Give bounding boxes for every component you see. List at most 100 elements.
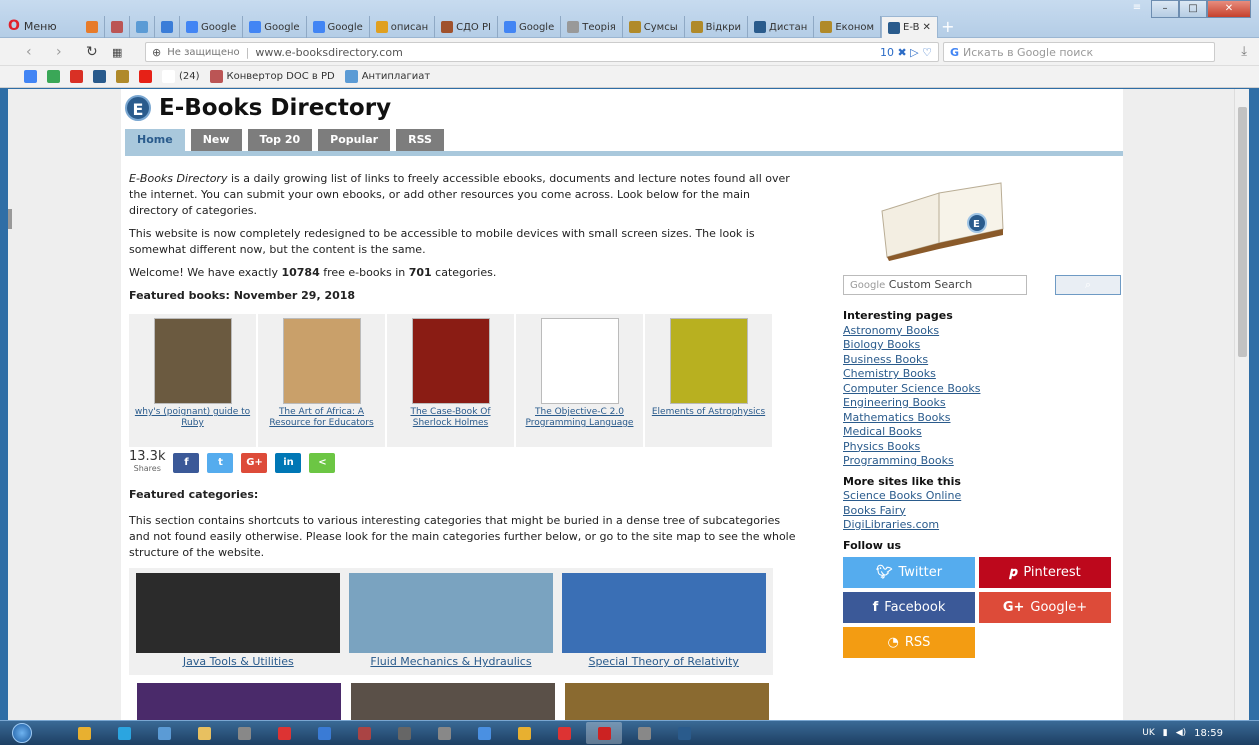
back-icon[interactable]: ‹	[26, 44, 32, 60]
book-title-link[interactable]: Elements of Astrophysics	[645, 407, 772, 418]
sidebar-link-engineering-books[interactable]: Engineering Books	[843, 396, 980, 411]
google-search-field[interactable]: G Искать в Google поиск	[943, 42, 1215, 62]
book-title-link[interactable]: The Objective-C 2.0 Programming Language	[516, 407, 643, 429]
browser-tab[interactable]: Відкри	[685, 16, 749, 38]
browser-tab[interactable]: E-B ✕	[881, 16, 938, 38]
minimize-button[interactable]: –	[1151, 0, 1179, 18]
nav-tab-new[interactable]: New	[190, 129, 242, 151]
taskbar-app[interactable]	[626, 722, 662, 744]
category-card[interactable]	[134, 683, 344, 720]
language-indicator[interactable]: UK	[1142, 728, 1155, 738]
category-image[interactable]	[561, 573, 766, 653]
taskbar-app[interactable]	[106, 722, 142, 744]
bookmark-item[interactable]	[93, 70, 106, 83]
search-button[interactable]: ⌕	[1055, 275, 1121, 295]
forward-icon[interactable]: ›	[56, 44, 62, 60]
custom-search-input[interactable]: Google Custom Search	[843, 275, 1027, 295]
more-site-link[interactable]: DigiLibraries.com	[843, 518, 980, 533]
category-card[interactable]	[348, 683, 558, 720]
category-link[interactable]: Special Theory of Relativity	[559, 654, 768, 670]
featured-book[interactable]: The Objective-C 2.0 Programming Language	[516, 314, 643, 447]
taskbar-app[interactable]	[546, 722, 582, 744]
nav-tab-top-20[interactable]: Top 20	[247, 129, 313, 151]
book-title-link[interactable]: The Art of Africa: A Resource for Educat…	[258, 407, 385, 429]
category-image[interactable]	[349, 573, 553, 653]
vertical-scrollbar[interactable]	[1234, 89, 1249, 720]
book-cover-image[interactable]	[411, 318, 490, 404]
taskbar-app[interactable]	[346, 722, 382, 744]
close-window-button[interactable]: ✕	[1207, 0, 1251, 18]
sidebar-handle[interactable]	[8, 209, 12, 229]
taskbar-app[interactable]	[586, 722, 622, 744]
book-title-link[interactable]: why's (poignant) guide to Ruby	[129, 407, 256, 429]
book-cover-image[interactable]	[540, 318, 619, 404]
category-link[interactable]: Fluid Mechanics & Hydraulics	[347, 654, 556, 670]
taskbar-app[interactable]	[506, 722, 542, 744]
browser-menu-button[interactable]: O Меню	[8, 18, 57, 34]
category-card[interactable]: Fluid Mechanics & Hydraulics	[347, 573, 556, 670]
share-button[interactable]: f	[173, 453, 200, 473]
taskbar-app[interactable]	[226, 722, 262, 744]
sidebar-link-physics-books[interactable]: Physics Books	[843, 440, 980, 455]
site-logo-icon[interactable]: E	[125, 95, 151, 121]
nav-tab-popular[interactable]: Popular	[318, 129, 391, 151]
follow-rss-button[interactable]: ◔ RSS	[843, 627, 975, 658]
taskbar-app[interactable]	[66, 722, 102, 744]
category-card[interactable]	[562, 683, 772, 720]
tab-close-icon[interactable]: ✕	[922, 22, 930, 33]
bookmark-item[interactable]	[139, 70, 152, 83]
network-icon[interactable]: ▮	[1163, 728, 1168, 738]
sidebar-link-biology-books[interactable]: Biology Books	[843, 338, 980, 353]
browser-tab[interactable]: Сумсы	[623, 16, 685, 38]
start-button[interactable]	[0, 721, 44, 745]
clock[interactable]: 18:59	[1194, 728, 1223, 739]
sidebar-link-computer-science-books[interactable]: Computer Science Books	[843, 382, 980, 397]
follow-pinterest-button[interactable]: 𝒑 Pinterest	[979, 557, 1111, 588]
category-image[interactable]	[565, 683, 769, 720]
taskbar-app[interactable]	[466, 722, 502, 744]
sidebar-link-chemistry-books[interactable]: Chemistry Books	[843, 367, 980, 382]
nav-tab-rss[interactable]: RSS	[396, 129, 444, 151]
new-tab-button[interactable]: +	[938, 16, 958, 38]
category-link[interactable]: Java Tools & Utilities	[134, 654, 343, 670]
category-image[interactable]	[136, 573, 341, 653]
taskbar-app[interactable]	[146, 722, 182, 744]
browser-tab[interactable]: Дистан	[748, 16, 815, 38]
featured-book[interactable]: The Art of Africa: A Resource for Educat…	[258, 314, 385, 447]
bookmark-item[interactable]: Конвертор DOC в PD	[209, 70, 335, 83]
browser-tab[interactable]	[130, 16, 155, 38]
follow-facebook-button[interactable]: f Facebook	[843, 592, 975, 623]
bookmark-item[interactable]: Антиплагиат	[344, 70, 430, 83]
site-title[interactable]: E-Books Directory	[159, 95, 391, 121]
book-cover-image[interactable]	[153, 318, 232, 404]
book-cover-image[interactable]	[669, 318, 748, 404]
download-icon[interactable]: ⤓	[1241, 44, 1247, 59]
browser-tab[interactable]: Google	[243, 16, 307, 38]
book-cover-image[interactable]	[282, 318, 361, 404]
bookmark-item[interactable]	[70, 70, 83, 83]
sidebar-link-business-books[interactable]: Business Books	[843, 353, 980, 368]
taskbar-app[interactable]	[386, 722, 422, 744]
sidebar-link-medical-books[interactable]: Medical Books	[843, 425, 980, 440]
browser-tab[interactable]: СДО РІ	[435, 16, 498, 38]
browser-tab[interactable]	[105, 16, 130, 38]
share-button[interactable]: in	[275, 453, 302, 473]
taskbar-app[interactable]	[306, 722, 342, 744]
sidebar-link-astronomy-books[interactable]: Astronomy Books	[843, 324, 980, 339]
bookmark-item[interactable]	[24, 70, 37, 83]
browser-tab[interactable]	[80, 16, 105, 38]
featured-book[interactable]: The Case-Book Of Sherlock Holmes	[387, 314, 514, 447]
category-card[interactable]: Java Tools & Utilities	[134, 573, 343, 670]
book-title-link[interactable]: The Case-Book Of Sherlock Holmes	[387, 407, 514, 429]
featured-book[interactable]: Elements of Astrophysics	[645, 314, 772, 447]
follow-google-button[interactable]: G+ Google+	[979, 592, 1111, 623]
share-button[interactable]: G+	[241, 453, 268, 473]
tabs-menu-icon[interactable]: ≡	[1123, 0, 1151, 18]
reload-icon[interactable]: ↻	[86, 44, 98, 60]
share-button[interactable]: <	[309, 453, 336, 473]
sidebar-link-programming-books[interactable]: Programming Books	[843, 454, 980, 469]
url-field[interactable]: ⊕ Не защищено | www.e-booksdirectory.com…	[145, 42, 939, 62]
browser-tab[interactable]: Google	[307, 16, 370, 38]
bookmark-item[interactable]: (24)	[162, 70, 200, 83]
bookmark-item[interactable]	[116, 70, 129, 83]
